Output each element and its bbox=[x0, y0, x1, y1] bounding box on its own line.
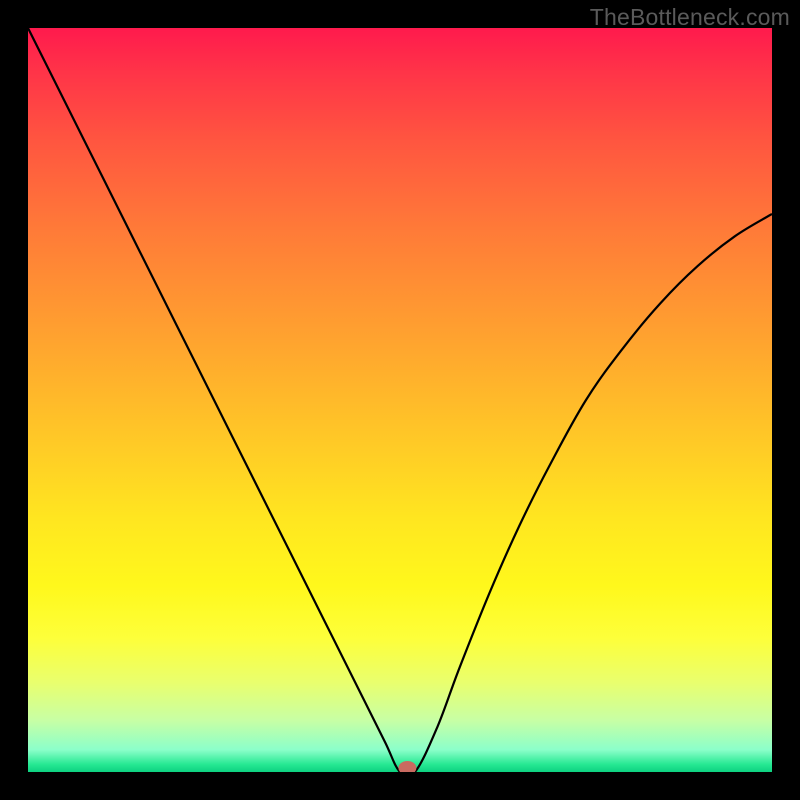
plot-area bbox=[28, 28, 772, 772]
watermark-text: TheBottleneck.com bbox=[590, 4, 790, 31]
chart-frame: TheBottleneck.com bbox=[0, 0, 800, 800]
bottleneck-curve bbox=[28, 28, 772, 772]
optimal-point-marker bbox=[398, 761, 416, 772]
curve-svg bbox=[28, 28, 772, 772]
